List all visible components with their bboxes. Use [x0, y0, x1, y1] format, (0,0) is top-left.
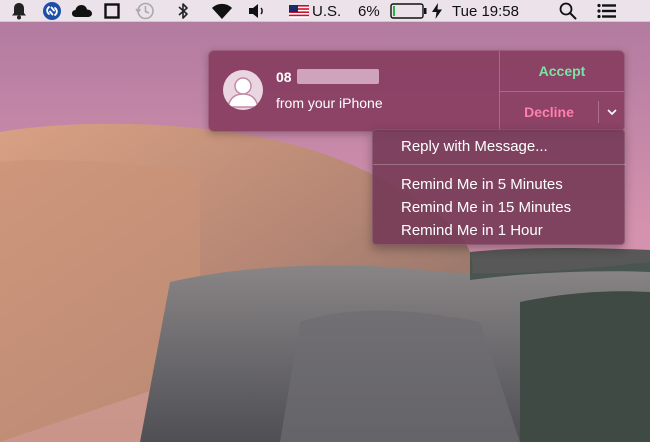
- redacted-number: [297, 69, 379, 84]
- reply-with-message-item[interactable]: Reply with Message...: [401, 138, 548, 155]
- shazam-icon[interactable]: [38, 0, 66, 22]
- decline-options-menu: Reply with Message... Remind Me in 5 Min…: [372, 129, 626, 245]
- avatar: [223, 70, 263, 110]
- cloud-icon[interactable]: [70, 0, 94, 22]
- remind-15-minutes-item[interactable]: Remind Me in 15 Minutes: [401, 199, 571, 216]
- square-icon[interactable]: [100, 0, 124, 22]
- menubar-clock[interactable]: Tue 19:58: [452, 0, 542, 22]
- volume-icon[interactable]: [244, 0, 270, 22]
- chevron-down-icon: [607, 109, 617, 115]
- battery-icon[interactable]: [389, 0, 429, 22]
- clock-text: Tue 19:58: [452, 2, 519, 20]
- notification-subtitle: from your iPhone: [276, 95, 383, 111]
- time-machine-icon[interactable]: [132, 0, 158, 22]
- battery-percent: 6%: [358, 0, 388, 22]
- person-icon: [227, 77, 259, 108]
- menu-bar: U.S. 6% Tue 19:58: [0, 0, 650, 22]
- charging-icon: [430, 0, 444, 22]
- spotlight-icon[interactable]: [556, 0, 580, 22]
- remind-1-hour-item[interactable]: Remind Me in 1 Hour: [401, 222, 543, 239]
- list-icon[interactable]: [594, 0, 620, 22]
- battery-percent-text: 6%: [358, 2, 380, 20]
- input-source-text: U.S.: [312, 2, 342, 20]
- notifications-icon[interactable]: [6, 0, 32, 22]
- wifi-icon[interactable]: [207, 0, 237, 22]
- menu-separator: [373, 164, 626, 165]
- input-source-label[interactable]: U.S.: [312, 0, 348, 22]
- decline-options-button[interactable]: [600, 92, 624, 132]
- caller-number: 08: [276, 69, 292, 85]
- decline-separator: [598, 101, 599, 123]
- remind-5-minutes-item[interactable]: Remind Me in 5 Minutes: [401, 176, 563, 193]
- accept-button[interactable]: Accept: [500, 51, 624, 91]
- us-flag-icon: [288, 0, 310, 22]
- decline-button[interactable]: Decline: [500, 92, 598, 132]
- call-notification: 08 from your iPhone Accept Decline: [208, 50, 625, 132]
- bluetooth-icon[interactable]: [172, 0, 194, 22]
